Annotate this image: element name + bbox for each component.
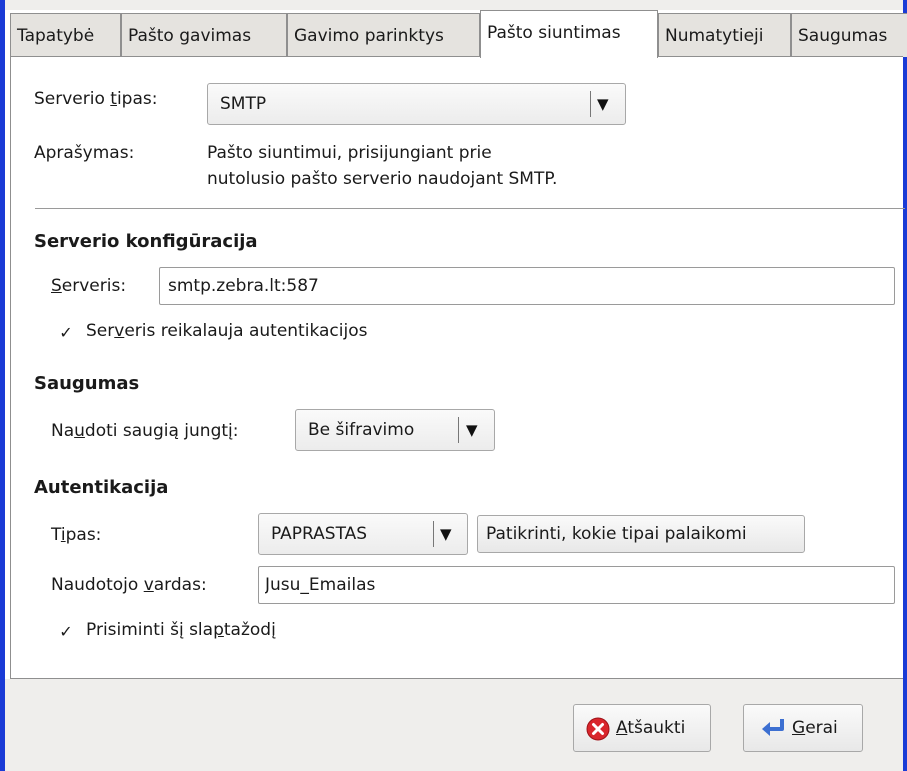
auth-type-select[interactable]: PAPRASTAS ▼: [258, 513, 468, 555]
server-field[interactable]: [159, 267, 895, 305]
remember-password-label[interactable]: Prisiminti šį slaptažodį: [86, 620, 276, 640]
server-requires-auth-label[interactable]: Serveris reikalauja autentikacijos: [86, 321, 367, 341]
cancel-button-label: Atšaukti: [616, 718, 686, 738]
username-input[interactable]: [265, 567, 884, 603]
chevron-down-icon: ▼: [466, 421, 478, 439]
secure-connection-value: Be šifravimo: [308, 420, 415, 440]
server-type-value: SMTP: [220, 94, 267, 114]
secure-connection-label: Naudoti saugią jungtį:: [51, 421, 239, 441]
checkmark-icon[interactable]: ✓: [58, 325, 74, 341]
checkmark-icon[interactable]: ✓: [58, 624, 74, 640]
tab-mail-receiving[interactable]: Pašto gavimas: [121, 13, 287, 57]
authentication-heading: Autentikacija: [34, 477, 169, 498]
username-label: Naudotojo vardas:: [51, 575, 207, 595]
server-label: Serveris:: [51, 276, 127, 296]
dialog-top-strip: [5, 0, 903, 10]
description-line-1: Pašto siuntimui, prisijungiant prie: [207, 143, 492, 163]
chevron-down-icon: ▼: [597, 95, 609, 113]
window-border-left: [0, 0, 5, 771]
description-line-2: nutolusio pašto serverio naudojant SMTP.: [207, 169, 558, 189]
tab-identity[interactable]: Tapatybė: [10, 13, 121, 57]
enter-arrow-icon: [762, 719, 784, 736]
check-supported-types-button[interactable]: Patikrinti, kokie tipai palaikomi: [477, 515, 805, 553]
server-input[interactable]: [168, 268, 886, 304]
server-type-select[interactable]: SMTP ▼: [207, 83, 626, 125]
window-border-right: [903, 0, 907, 771]
tab-bar: Tapatybė Pašto gavimas Gavimo parinktys …: [10, 10, 907, 58]
username-field[interactable]: [258, 566, 895, 604]
tab-panel-mail-sending: Serverio tipas: SMTP ▼ Aprašymas: Pašto …: [10, 56, 905, 679]
server-config-heading: Serverio konfigūracija: [34, 231, 258, 252]
auth-type-value: PAPRASTAS: [271, 524, 368, 544]
tab-security[interactable]: Saugumas: [791, 13, 907, 57]
tab-defaults[interactable]: Numatytieji: [658, 13, 791, 57]
dialog-button-area: Atšaukti Gerai: [5, 679, 903, 771]
auth-type-label: Tipas:: [51, 525, 102, 545]
tab-mail-sending[interactable]: Pašto siuntimas: [480, 10, 658, 58]
secure-connection-select[interactable]: Be šifravimo ▼: [295, 409, 495, 451]
security-heading: Saugumas: [34, 373, 140, 394]
description-label: Aprašymas:: [34, 143, 135, 163]
divider: [35, 208, 905, 209]
cancel-circle-icon: [586, 717, 610, 741]
tab-receiving-options[interactable]: Gavimo parinktys: [287, 13, 480, 57]
chevron-down-icon: ▼: [440, 525, 452, 543]
server-type-label: Serverio tipas:: [34, 89, 158, 109]
cancel-button[interactable]: Atšaukti: [573, 704, 711, 752]
ok-button[interactable]: Gerai: [743, 704, 863, 752]
ok-button-label: Gerai: [792, 718, 838, 738]
